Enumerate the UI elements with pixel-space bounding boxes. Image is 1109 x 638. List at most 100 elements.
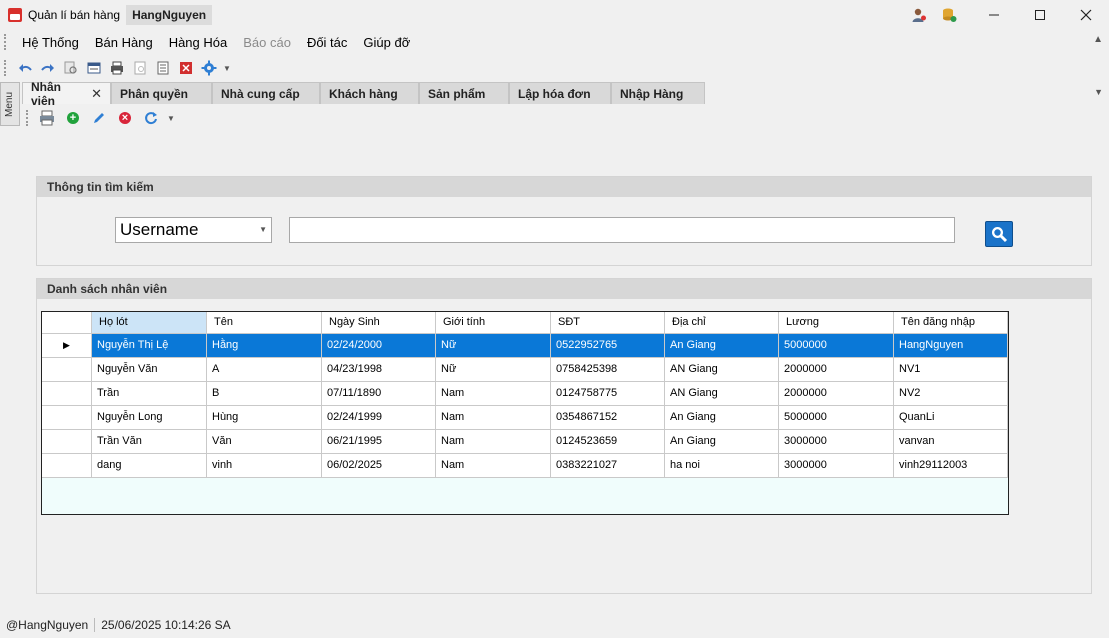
chevron-down-icon[interactable]: ▼ xyxy=(166,107,176,129)
table-cell[interactable]: NV1 xyxy=(894,358,1008,382)
table-cell[interactable]: Nguyễn Thị Lệ xyxy=(92,334,207,358)
side-menu-tab[interactable]: Menu xyxy=(0,82,20,126)
tabs-dropdown-icon[interactable]: ▼ xyxy=(1094,87,1103,97)
document-icon[interactable] xyxy=(152,57,174,79)
menu-giup-do[interactable]: Giúp đỡ xyxy=(355,35,418,50)
tab-nhan-vien[interactable]: Nhân viên ✕ xyxy=(22,80,111,108)
menu-grip[interactable] xyxy=(4,34,8,50)
edit-icon[interactable] xyxy=(88,107,110,129)
toolbar-grip[interactable] xyxy=(4,60,8,76)
database-icon[interactable] xyxy=(941,7,957,23)
minimize-button[interactable] xyxy=(971,0,1017,30)
table-cell[interactable]: 3000000 xyxy=(779,454,894,478)
refresh-icon[interactable] xyxy=(140,107,162,129)
delete-icon[interactable] xyxy=(175,57,197,79)
column-header[interactable]: Họ lót xyxy=(92,312,207,334)
row-selector[interactable] xyxy=(42,406,92,430)
table-cell[interactable]: B xyxy=(207,382,322,406)
table-cell[interactable]: A xyxy=(207,358,322,382)
column-header[interactable]: SĐT xyxy=(551,312,665,334)
table-cell[interactable]: Nam xyxy=(436,430,551,454)
table-cell[interactable]: 3000000 xyxy=(779,430,894,454)
subtoolbar-grip[interactable] xyxy=(26,110,30,126)
table-row[interactable]: dang vinh 06/02/2025 Nam 0383221027 ha noi 300… xyxy=(42,454,1008,478)
table-cell[interactable]: vinh xyxy=(207,454,322,478)
gear-icon[interactable] xyxy=(198,57,220,79)
table-row[interactable]: Trần Văn Văn 06/21/1995 Nam 0124523659 An Gia… xyxy=(42,430,1008,454)
row-selector[interactable] xyxy=(42,382,92,406)
row-selector-arrow-icon[interactable]: ▶ xyxy=(42,334,92,358)
table-cell[interactable]: QuanLi xyxy=(894,406,1008,430)
table-cell[interactable]: An Giang xyxy=(665,406,779,430)
menu-doi-tac[interactable]: Đối tác xyxy=(299,35,355,50)
column-header[interactable]: Ngày Sinh xyxy=(322,312,436,334)
table-cell[interactable]: 5000000 xyxy=(779,406,894,430)
table-cell[interactable]: 2000000 xyxy=(779,358,894,382)
table-cell[interactable]: Nguyễn Văn xyxy=(92,358,207,382)
chevron-up-icon[interactable]: ▲ xyxy=(1093,34,1103,45)
table-row[interactable]: Trần B 07/11/1890 Nam 0124758775 AN Giang 2000… xyxy=(42,382,1008,406)
column-header[interactable]: Tên xyxy=(207,312,322,334)
table-cell[interactable]: 0354867152 xyxy=(551,406,665,430)
table-cell[interactable]: 0383221027 xyxy=(551,454,665,478)
menu-he-thong[interactable]: Hệ Thống xyxy=(14,35,87,50)
table-cell[interactable]: 02/24/1999 xyxy=(322,406,436,430)
undo-icon[interactable] xyxy=(14,57,36,79)
row-selector[interactable] xyxy=(42,430,92,454)
print-report-icon[interactable] xyxy=(36,107,58,129)
table-cell[interactable]: 0758425398 xyxy=(551,358,665,382)
table-cell[interactable]: An Giang xyxy=(665,334,779,358)
table-cell[interactable]: AN Giang xyxy=(665,382,779,406)
table-cell[interactable]: Trần xyxy=(92,382,207,406)
form-icon[interactable] xyxy=(83,57,105,79)
search-field-select[interactable]: Username ▼ xyxy=(115,217,272,243)
menu-ban-hang[interactable]: Bán Hàng xyxy=(87,35,161,50)
table-cell[interactable]: Hùng xyxy=(207,406,322,430)
table-cell[interactable]: Nam xyxy=(436,454,551,478)
search-input[interactable] xyxy=(289,217,955,243)
table-cell[interactable]: 0522952765 xyxy=(551,334,665,358)
close-icon[interactable]: ✕ xyxy=(91,86,102,102)
table-cell[interactable]: 02/24/2000 xyxy=(322,334,436,358)
menu-hang-hoa[interactable]: Hàng Hóa xyxy=(161,35,236,50)
table-cell[interactable]: Nữ xyxy=(436,334,551,358)
remove-icon[interactable]: × xyxy=(114,107,136,129)
table-cell[interactable]: Nam xyxy=(436,382,551,406)
table-cell[interactable]: An Giang xyxy=(665,430,779,454)
table-cell[interactable]: 06/21/1995 xyxy=(322,430,436,454)
column-header[interactable]: Tên đăng nhập xyxy=(894,312,1008,334)
tab-phan-quyen[interactable]: Phân quyền xyxy=(111,82,212,104)
table-cell[interactable]: 0124758775 xyxy=(551,382,665,406)
column-header[interactable]: Lương xyxy=(779,312,894,334)
close-button[interactable] xyxy=(1063,0,1109,30)
table-cell[interactable]: vinh29112003 xyxy=(894,454,1008,478)
find-icon[interactable] xyxy=(60,57,82,79)
table-cell[interactable]: 04/23/1998 xyxy=(322,358,436,382)
tab-nha-cung-cap[interactable]: Nhà cung cấp xyxy=(212,82,320,104)
table-cell[interactable]: HangNguyen xyxy=(894,334,1008,358)
table-row[interactable]: Nguyễn Văn A 04/23/1998 Nữ 0758425398 AN Gian… xyxy=(42,358,1008,382)
table-cell[interactable]: 07/11/1890 xyxy=(322,382,436,406)
column-header[interactable]: Giới tính xyxy=(436,312,551,334)
redo-icon[interactable] xyxy=(37,57,59,79)
tab-khach-hang[interactable]: Khách hàng xyxy=(320,82,419,104)
tab-lap-hoa-don[interactable]: Lập hóa đơn xyxy=(509,82,611,104)
tab-san-pham[interactable]: Sản phẩm xyxy=(419,82,509,104)
table-cell[interactable]: 06/02/2025 xyxy=(322,454,436,478)
add-icon[interactable]: + xyxy=(62,107,84,129)
print-preview-icon[interactable] xyxy=(129,57,151,79)
search-button[interactable] xyxy=(985,221,1013,247)
table-cell[interactable]: ha noi xyxy=(665,454,779,478)
table-cell[interactable]: Trần Văn xyxy=(92,430,207,454)
table-row[interactable]: Nguyễn Long Hùng 02/24/1999 Nam 0354867152 An… xyxy=(42,406,1008,430)
table-cell[interactable]: 0124523659 xyxy=(551,430,665,454)
table-cell[interactable]: 5000000 xyxy=(779,334,894,358)
table-cell[interactable]: dang xyxy=(92,454,207,478)
table-cell[interactable]: Văn xyxy=(207,430,322,454)
table-cell[interactable]: vanvan xyxy=(894,430,1008,454)
table-cell[interactable]: Nguyễn Long xyxy=(92,406,207,430)
user-account-icon[interactable] xyxy=(911,7,927,23)
table-cell[interactable]: Nam xyxy=(436,406,551,430)
chevron-down-icon[interactable]: ▼ xyxy=(221,57,233,79)
print-icon[interactable] xyxy=(106,57,128,79)
